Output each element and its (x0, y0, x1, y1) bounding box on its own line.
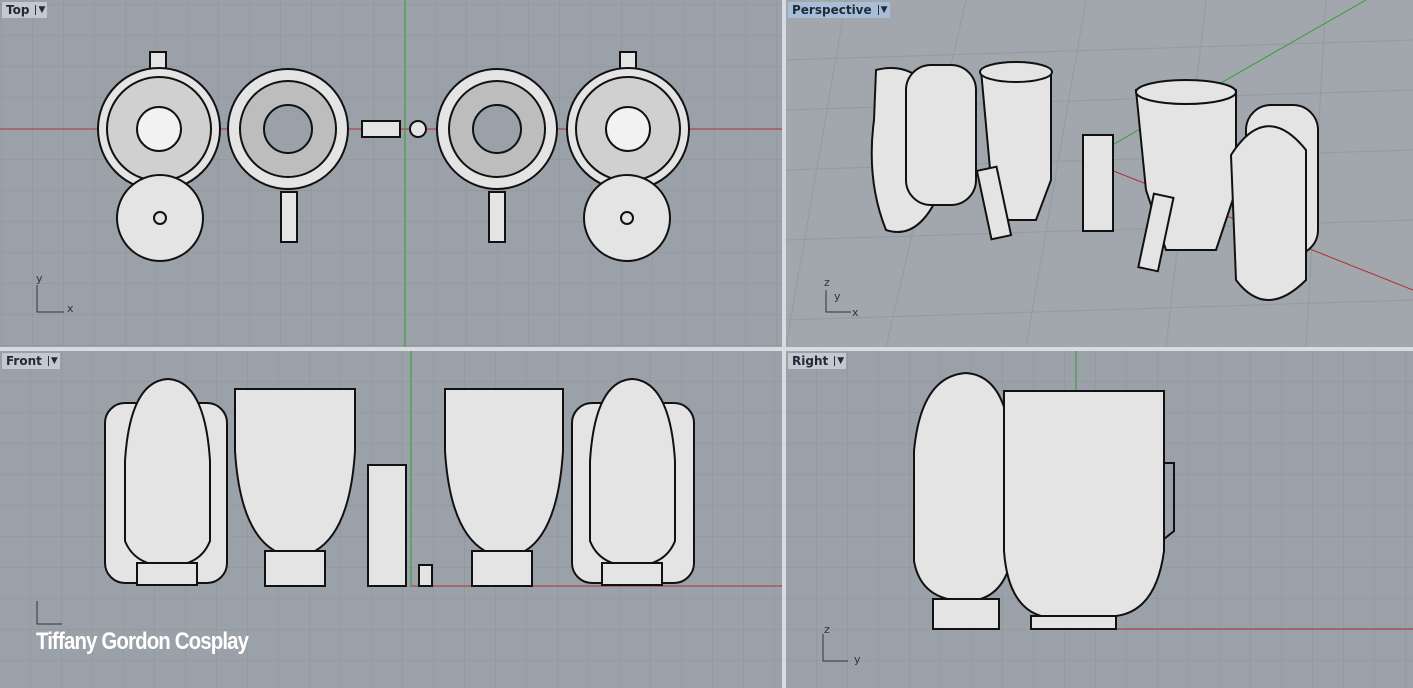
viewport-label-right[interactable]: Right ▼ (788, 353, 847, 369)
chevron-down-icon[interactable]: ▼ (35, 5, 45, 15)
top-view-canvas: y x (0, 0, 782, 347)
axis-label-y: y (854, 653, 861, 666)
axis-label-y: y (834, 290, 841, 303)
axis-label-x: x (67, 302, 74, 315)
viewport-top[interactable]: Top ▼ y x (0, 0, 782, 347)
chevron-down-icon[interactable]: ▼ (834, 356, 844, 366)
axis-label-z: z (824, 276, 830, 289)
viewport-label-perspective[interactable]: Perspective ▼ (788, 2, 890, 18)
perspective-view-canvas: z y x (786, 0, 1413, 347)
chevron-down-icon[interactable]: ▼ (47, 356, 58, 366)
axis-label-y: y (36, 272, 43, 285)
viewport-perspective[interactable]: Perspective ▼ z y x (786, 0, 1413, 347)
chevron-down-icon[interactable]: ▼ (877, 5, 888, 15)
watermark: Tiffany Gordon Cosplay (36, 628, 249, 655)
right-objects (913, 371, 1175, 630)
axis-label-z: z (824, 623, 830, 636)
viewport-label-top[interactable]: Top ▼ (2, 2, 48, 18)
viewport-title: Perspective (792, 3, 872, 17)
axis-label-x: x (852, 306, 859, 319)
viewport-title: Right (792, 354, 829, 368)
viewport-right[interactable]: Right ▼ z y (786, 351, 1413, 688)
right-view-canvas: z y (786, 351, 1413, 688)
perspective-objects (870, 61, 1319, 301)
viewport-title: Top (6, 3, 30, 17)
viewport-title: Front (6, 354, 42, 368)
viewport-label-front[interactable]: Front ▼ (2, 353, 60, 369)
